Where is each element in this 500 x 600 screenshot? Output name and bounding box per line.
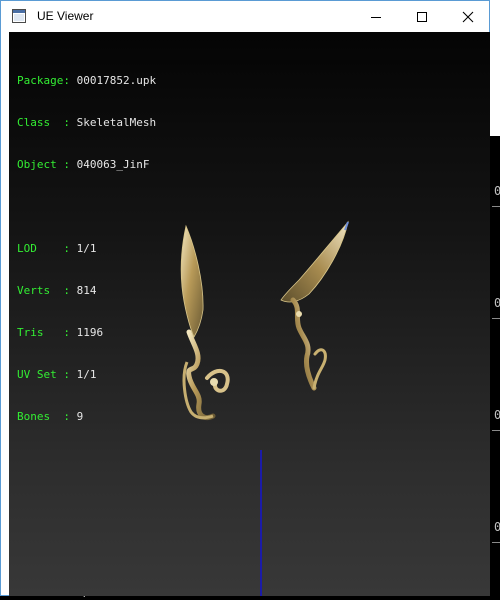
close-icon [462, 11, 474, 22]
z-axis-line [260, 450, 262, 596]
right-blade-mesh [280, 220, 349, 391]
window-title: UE Viewer [37, 9, 94, 23]
background-tick [492, 542, 500, 543]
title-bar[interactable]: UE Viewer [1, 1, 489, 32]
background-digit: 0 [494, 408, 500, 422]
background-tick [492, 318, 500, 319]
close-button[interactable] [445, 1, 491, 32]
app-window-icon [12, 9, 26, 23]
render-viewport[interactable]: Package: 00017852.upk Class : SkeletalMe… [9, 32, 490, 596]
background-digit: 0 [494, 296, 500, 310]
background-digit: 0 [494, 184, 500, 198]
ue-viewer-window: UE Viewer Package: 00017852.upk Class : … [0, 0, 490, 596]
maximize-button[interactable] [399, 1, 445, 32]
background-tick [492, 430, 500, 431]
minimize-button[interactable] [353, 1, 399, 32]
minimize-icon [371, 16, 381, 18]
left-blade-mesh [180, 224, 230, 420]
background-digit: 0 [494, 520, 500, 534]
skeletal-mesh-model [180, 220, 349, 420]
maximize-icon [417, 11, 427, 22]
background-tick [492, 206, 500, 207]
